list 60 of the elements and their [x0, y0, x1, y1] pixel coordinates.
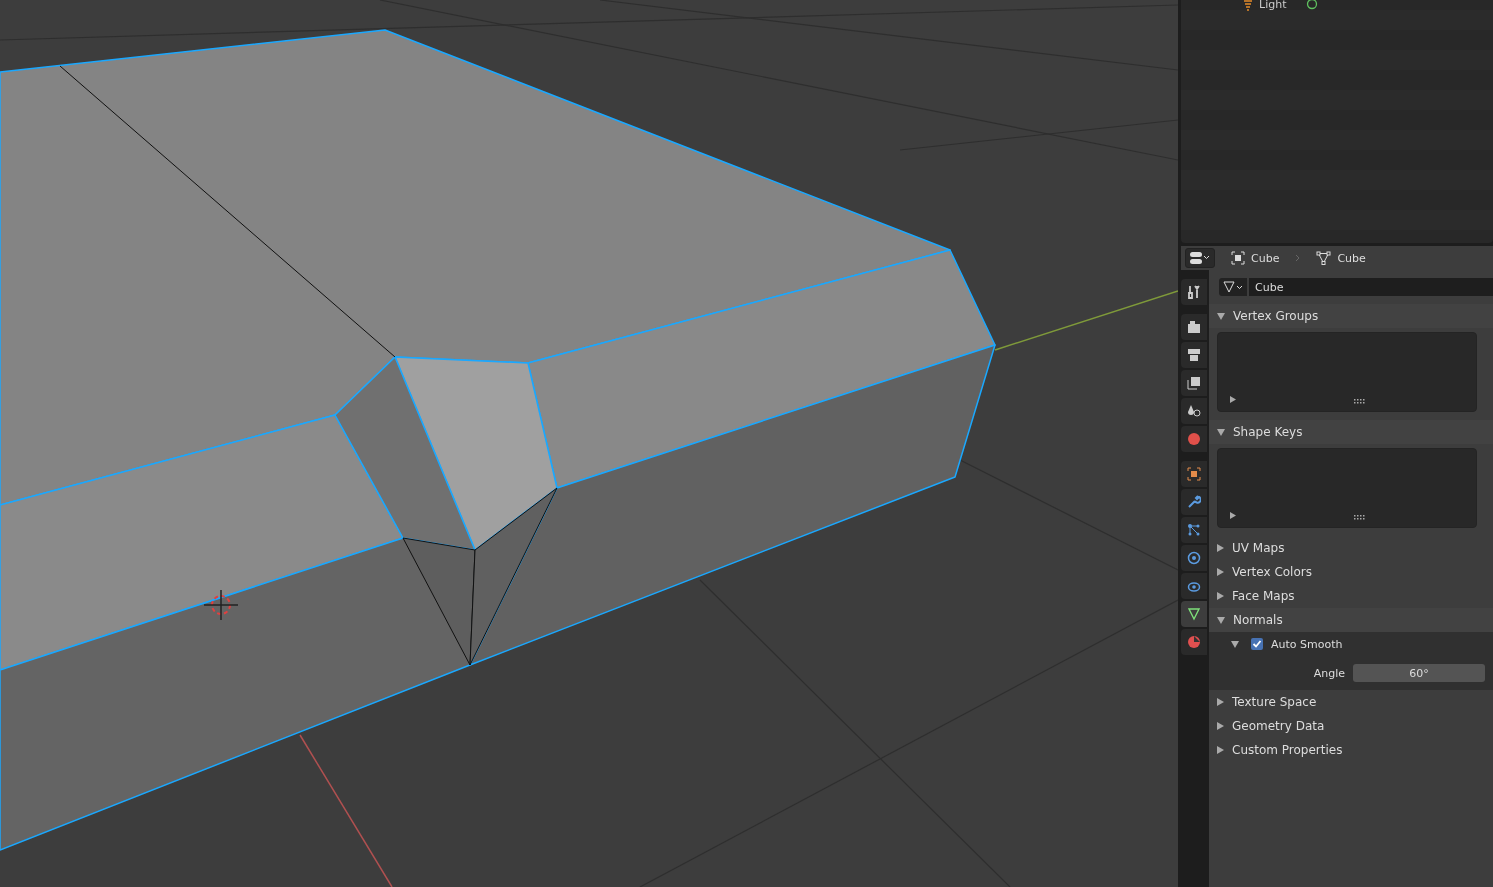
image-stack-icon	[1187, 376, 1201, 390]
subpanel-header[interactable]: Auto Smooth	[1209, 632, 1493, 656]
collapsed-triangle-icon	[1217, 746, 1224, 754]
panel-header[interactable]: Vertex Groups	[1209, 304, 1493, 328]
properties-tab[interactable]	[1181, 461, 1207, 487]
collapsed-triangle-icon	[1217, 722, 1224, 730]
object-icon	[1187, 467, 1201, 481]
checkbox[interactable]	[1251, 638, 1263, 650]
mesh-icon	[1316, 251, 1332, 265]
material-sphere-icon	[1187, 635, 1201, 649]
angle-field[interactable]: 60°	[1353, 664, 1485, 682]
wrench-icon	[1187, 495, 1201, 509]
constraint-icon	[1187, 579, 1201, 593]
expanded-triangle-icon	[1231, 640, 1239, 648]
properties-tab[interactable]	[1181, 342, 1207, 368]
mesh-drawing[interactable]	[0, 29, 996, 851]
light-data-icon	[1306, 0, 1319, 10]
properties-tab[interactable]	[1181, 398, 1207, 424]
expanded-triangle-icon	[1217, 312, 1225, 320]
field-label: Angle	[1313, 666, 1345, 680]
properties-tab[interactable]	[1181, 517, 1207, 543]
expanded-triangle-icon	[1217, 428, 1225, 436]
light-bulb-icon	[1243, 0, 1253, 12]
particles-icon	[1187, 523, 1201, 537]
outliner-row[interactable]: Light	[1181, 0, 1493, 10]
collapsed-triangle-icon	[1217, 544, 1224, 552]
chevron-icon	[1295, 254, 1301, 262]
scene-icon	[1187, 404, 1201, 418]
breadcrumb-label: Cube	[1337, 251, 1366, 265]
properties-tab[interactable]	[1181, 629, 1207, 655]
breadcrumb-label: Cube	[1251, 251, 1280, 265]
collapsed-triangle-icon	[1217, 592, 1224, 600]
tool-icon	[1187, 285, 1201, 299]
properties-tab[interactable]	[1181, 279, 1207, 305]
properties-tab[interactable]	[1181, 426, 1207, 452]
camera-back-icon	[1187, 320, 1201, 334]
properties-tab[interactable]	[1181, 314, 1207, 340]
collapsed-triangle-icon	[1230, 396, 1236, 403]
printer-icon	[1187, 348, 1201, 362]
editor-type-button[interactable]	[1185, 248, 1215, 268]
collapsed-triangle-icon	[1217, 698, 1224, 706]
orbit-icon	[1187, 551, 1201, 565]
properties-tab[interactable]	[1181, 573, 1207, 599]
expanded-triangle-icon	[1217, 616, 1225, 624]
properties-tab[interactable]	[1181, 601, 1207, 627]
collapsed-triangle-icon	[1230, 512, 1236, 519]
3d-cursor-icon[interactable]	[203, 589, 239, 621]
panel-header[interactable]: Shape Keys	[1209, 420, 1493, 444]
resize-grip-icon[interactable]	[1354, 515, 1365, 520]
resize-grip-icon[interactable]	[1354, 399, 1365, 404]
mesh-name-field[interactable]: Cube	[1249, 278, 1493, 296]
mesh-icon	[1187, 607, 1201, 621]
properties-tab[interactable]	[1181, 489, 1207, 515]
panel-header[interactable]: Normals	[1209, 608, 1493, 632]
properties-tab[interactable]	[1181, 370, 1207, 396]
object-icon	[1231, 251, 1245, 265]
properties-tab[interactable]	[1181, 545, 1207, 571]
collapsed-triangle-icon	[1217, 568, 1224, 576]
mesh-browse-button[interactable]	[1219, 278, 1247, 296]
outliner-item-label: Light	[1259, 0, 1287, 10]
